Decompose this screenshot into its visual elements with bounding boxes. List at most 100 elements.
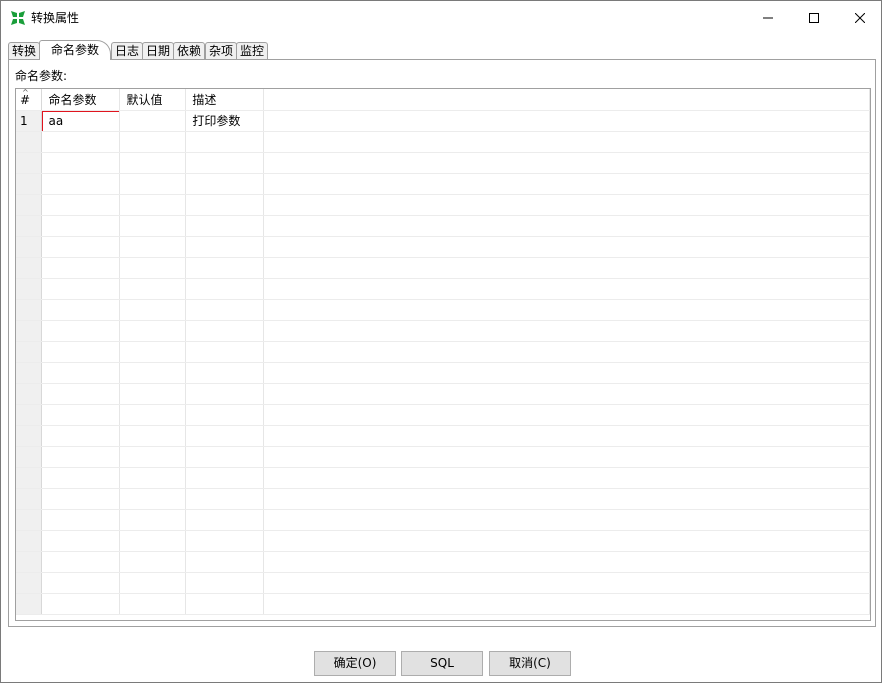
empty-cell[interactable] (119, 404, 187, 426)
empty-cell[interactable] (119, 131, 187, 153)
param-description-cell[interactable]: 打印参数 (185, 110, 265, 132)
empty-cell[interactable] (119, 593, 187, 615)
empty-row[interactable] (16, 383, 870, 405)
empty-cell[interactable] (185, 320, 265, 342)
close-button[interactable] (837, 1, 881, 34)
empty-cell[interactable] (119, 299, 187, 321)
empty-row[interactable] (16, 488, 870, 510)
cancel-button[interactable]: 取消(C) (489, 651, 571, 676)
empty-cell[interactable] (263, 194, 870, 216)
empty-cell[interactable] (263, 362, 870, 384)
empty-cell[interactable] (263, 509, 870, 531)
empty-cell[interactable] (263, 173, 870, 195)
tab-misc[interactable]: 杂项 (205, 42, 237, 59)
param-name-cell[interactable]: aa (41, 110, 121, 132)
empty-row[interactable] (16, 530, 870, 552)
empty-cell[interactable] (41, 341, 121, 363)
empty-cell[interactable] (119, 530, 187, 552)
empty-row[interactable] (16, 299, 870, 321)
empty-row[interactable] (16, 362, 870, 384)
empty-cell[interactable] (185, 215, 265, 237)
empty-cell[interactable] (263, 131, 870, 153)
empty-cell[interactable] (119, 509, 187, 531)
empty-cell[interactable] (119, 572, 187, 594)
empty-cell[interactable] (263, 257, 870, 279)
empty-row[interactable] (16, 446, 870, 468)
tab-dates[interactable]: 日期 (142, 42, 174, 59)
sql-button[interactable]: SQL (401, 651, 483, 676)
empty-cell[interactable] (41, 152, 121, 174)
empty-cell[interactable] (263, 593, 870, 615)
empty-cell[interactable] (185, 173, 265, 195)
empty-cell[interactable] (185, 467, 265, 489)
empty-cell[interactable] (41, 446, 121, 468)
empty-cell[interactable] (185, 446, 265, 468)
empty-cell[interactable] (119, 467, 187, 489)
empty-cell[interactable] (119, 257, 187, 279)
column-header-index[interactable]: ^ # (16, 89, 43, 111)
tab-dependencies[interactable]: 依赖 (173, 42, 205, 59)
empty-row[interactable] (16, 467, 870, 489)
empty-cell[interactable] (185, 236, 265, 258)
empty-row[interactable] (16, 425, 870, 447)
empty-cell[interactable] (41, 257, 121, 279)
empty-row[interactable] (16, 215, 870, 237)
empty-cell[interactable] (119, 341, 187, 363)
empty-cell[interactable] (185, 425, 265, 447)
empty-row[interactable] (16, 278, 870, 300)
empty-row[interactable] (16, 551, 870, 573)
empty-row[interactable] (16, 131, 870, 153)
empty-cell[interactable] (41, 572, 121, 594)
empty-cell[interactable] (185, 593, 265, 615)
tab-transformation[interactable]: 转换 (8, 42, 40, 59)
empty-cell[interactable] (119, 425, 187, 447)
table-row[interactable]: 1 aa 打印参数 (16, 110, 870, 132)
empty-cell[interactable] (41, 215, 121, 237)
empty-cell[interactable] (263, 152, 870, 174)
empty-row[interactable] (16, 320, 870, 342)
empty-cell[interactable] (263, 425, 870, 447)
empty-cell[interactable] (263, 446, 870, 468)
empty-cell[interactable] (119, 278, 187, 300)
tab-monitoring[interactable]: 监控 (236, 42, 268, 59)
empty-cell[interactable] (41, 467, 121, 489)
column-header-name[interactable]: 命名参数 (41, 89, 121, 111)
empty-cell[interactable] (263, 215, 870, 237)
empty-row[interactable] (16, 572, 870, 594)
empty-cell[interactable] (41, 299, 121, 321)
empty-cell[interactable] (41, 173, 121, 195)
empty-cell[interactable] (119, 551, 187, 573)
empty-cell[interactable] (41, 236, 121, 258)
empty-cell[interactable] (185, 530, 265, 552)
empty-cell[interactable] (263, 488, 870, 510)
empty-cell[interactable] (185, 341, 265, 363)
empty-cell[interactable] (185, 152, 265, 174)
empty-row[interactable] (16, 593, 870, 615)
empty-cell[interactable] (185, 383, 265, 405)
empty-cell[interactable] (41, 488, 121, 510)
empty-cell[interactable] (185, 257, 265, 279)
empty-cell[interactable] (41, 362, 121, 384)
empty-cell[interactable] (41, 131, 121, 153)
empty-cell[interactable] (119, 320, 187, 342)
tab-logging[interactable]: 日志 (111, 42, 143, 59)
empty-cell[interactable] (119, 152, 187, 174)
empty-cell[interactable] (263, 383, 870, 405)
empty-row[interactable] (16, 509, 870, 531)
title-bar[interactable]: 转换属性 (1, 1, 881, 34)
empty-row[interactable] (16, 194, 870, 216)
empty-cell[interactable] (119, 446, 187, 468)
empty-cell[interactable] (41, 194, 121, 216)
empty-cell[interactable] (185, 194, 265, 216)
empty-cell[interactable] (185, 362, 265, 384)
empty-cell[interactable] (185, 572, 265, 594)
empty-cell[interactable] (263, 467, 870, 489)
empty-cell[interactable] (263, 236, 870, 258)
empty-cell[interactable] (119, 173, 187, 195)
minimize-button[interactable] (745, 1, 791, 34)
empty-row[interactable] (16, 341, 870, 363)
empty-cell[interactable] (41, 509, 121, 531)
empty-cell[interactable] (263, 530, 870, 552)
empty-cell[interactable] (41, 404, 121, 426)
empty-row[interactable] (16, 173, 870, 195)
